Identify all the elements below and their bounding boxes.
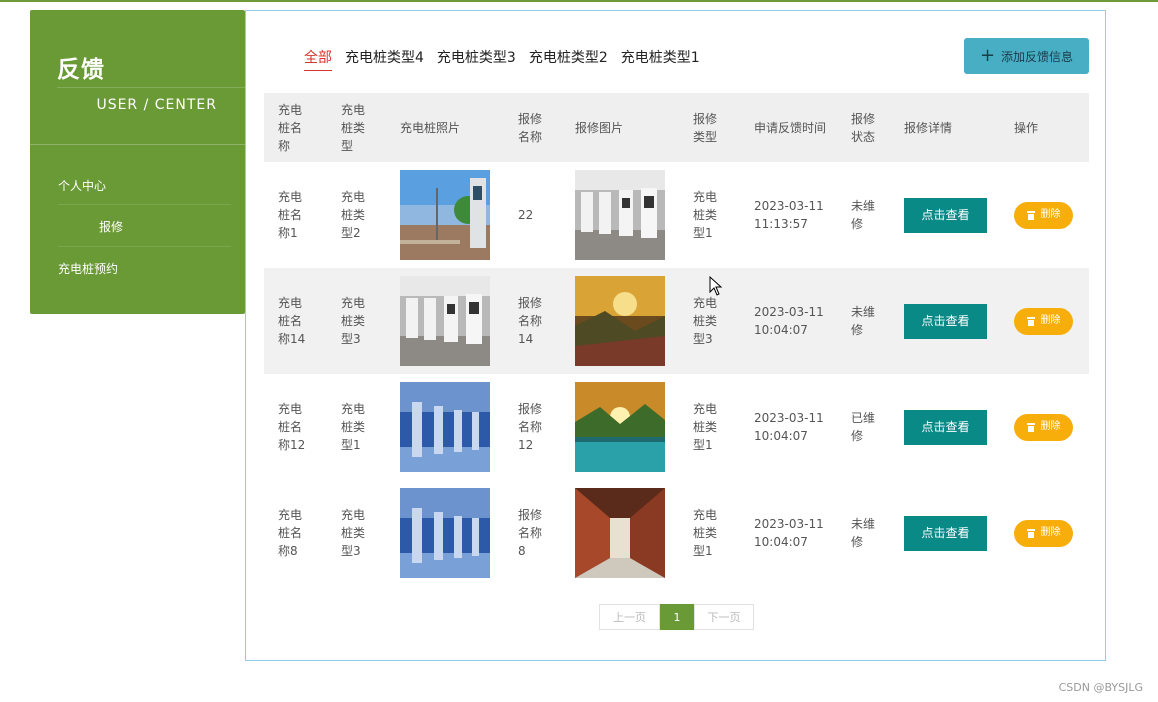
charging-station-row-image xyxy=(400,276,490,366)
add-feedback-label: 添加反馈信息 xyxy=(1001,49,1074,64)
repair-status: 未维修 xyxy=(851,305,876,337)
sidebar-item-repair[interactable]: 报修 xyxy=(99,218,123,235)
feedback-table: 充电桩名称 充电桩类型 充电桩照片 报修名称 报修图片 报修类型 申请反馈时间 … xyxy=(264,93,1089,586)
repair-type: 充电桩类型1 xyxy=(693,508,718,558)
repair-type: 充电桩类型1 xyxy=(693,190,718,240)
station-type: 充电桩类型1 xyxy=(341,402,366,452)
delete-button[interactable]: 删除 xyxy=(1014,519,1073,547)
plus-icon: + xyxy=(979,45,996,66)
station-type: 充电桩类型3 xyxy=(341,508,366,558)
table-row: 充电桩名称8 充电桩类型3 报修名称8 充电桩类型1 2023-03-11 10… xyxy=(264,480,1089,586)
add-feedback-button[interactable]: + 添加反馈信息 xyxy=(964,38,1089,74)
current-page[interactable]: 1 xyxy=(660,604,694,630)
station-name: 充电桩名称1 xyxy=(278,190,303,240)
feedback-time: 2023-03-11 10:04:07 xyxy=(754,305,824,337)
repair-status: 未维修 xyxy=(851,199,876,231)
delete-label: 删除 xyxy=(1040,209,1061,220)
trash-icon xyxy=(1026,528,1035,538)
sidebar-separator xyxy=(58,204,231,205)
blue-chargers-image xyxy=(400,382,490,472)
station-name: 充电桩名称8 xyxy=(278,508,303,558)
station-name: 充电桩名称12 xyxy=(278,402,306,452)
header-cell: 报修状态 xyxy=(851,111,876,144)
trash-icon xyxy=(1026,210,1035,220)
prev-page-button[interactable]: 上一页 xyxy=(599,604,660,630)
delete-label: 删除 xyxy=(1040,315,1061,326)
header-cell: 申请反馈时间 xyxy=(754,120,827,135)
repair-type: 充电桩类型1 xyxy=(693,402,718,452)
next-page-button[interactable]: 下一页 xyxy=(694,604,754,630)
sidebar-divider xyxy=(57,87,245,88)
station-type: 充电桩类型3 xyxy=(341,296,366,346)
sidebar: 反馈 USER / CENTER 个人中心 报修 充电桩预约 xyxy=(30,10,245,314)
tab-type2[interactable]: 充电桩类型2 xyxy=(529,47,608,71)
header-cell: 充电桩类型 xyxy=(341,102,366,153)
view-detail-button[interactable]: 点击查看 xyxy=(904,197,987,233)
mountain-sunset-image xyxy=(575,276,665,366)
trash-icon xyxy=(1026,316,1035,326)
sidebar-separator xyxy=(58,246,231,247)
charging-station-outdoor-image xyxy=(400,170,490,260)
pagination: 上一页 1 下一页 xyxy=(599,604,754,630)
main-panel: 全部 充电桩类型4 充电桩类型3 充电桩类型2 充电桩类型1 + 添加反馈信息 … xyxy=(245,10,1106,661)
view-detail-button[interactable]: 点击查看 xyxy=(904,515,987,551)
station-type: 充电桩类型2 xyxy=(341,190,366,240)
tab-all[interactable]: 全部 xyxy=(304,47,332,71)
delete-button[interactable]: 删除 xyxy=(1014,413,1073,441)
table-row: 充电桩名称12 充电桩类型1 报修名称12 充电桩类型1 2023-03-11 … xyxy=(264,374,1089,480)
charging-station-row-image xyxy=(575,170,665,260)
header-cell: 报修类型 xyxy=(693,111,718,144)
category-tabs: 全部 充电桩类型4 充电桩类型3 充电桩类型2 充电桩类型1 xyxy=(304,47,700,71)
repair-status: 未维修 xyxy=(851,517,876,549)
view-detail-button[interactable]: 点击查看 xyxy=(904,409,987,445)
header-cell: 报修图片 xyxy=(575,120,624,135)
watermark: CSDN @BYSJLG xyxy=(1058,681,1143,694)
repair-name: 报修名称12 xyxy=(518,402,543,452)
feedback-time: 2023-03-11 11:13:57 xyxy=(754,199,824,231)
blue-chargers-image xyxy=(400,488,490,578)
station-name: 充电桩名称14 xyxy=(278,296,306,346)
table-row: 充电桩名称1 充电桩类型2 22 充电桩类型1 2023-03-11 11:13… xyxy=(264,162,1089,268)
view-detail-button[interactable]: 点击查看 xyxy=(904,303,987,339)
feedback-time: 2023-03-11 10:04:07 xyxy=(754,411,824,443)
lake-sunset-image xyxy=(575,382,665,472)
header-cell: 操作 xyxy=(1014,120,1039,135)
corridor-image xyxy=(575,488,665,578)
tab-type4[interactable]: 充电桩类型4 xyxy=(345,47,424,71)
delete-label: 删除 xyxy=(1040,421,1061,432)
header-cell: 报修详情 xyxy=(904,120,953,135)
delete-button[interactable]: 删除 xyxy=(1014,201,1073,229)
header-cell: 充电桩名称 xyxy=(278,102,303,153)
sidebar-title: 反馈 xyxy=(57,57,105,83)
top-accent-line xyxy=(0,0,1158,2)
repair-name: 22 xyxy=(518,208,534,222)
trash-icon xyxy=(1026,422,1035,432)
repair-name: 报修名称8 xyxy=(518,508,543,558)
feedback-time: 2023-03-11 10:04:07 xyxy=(754,517,824,549)
sidebar-subtitle: USER / CENTER xyxy=(96,97,217,113)
sidebar-divider xyxy=(30,144,245,145)
header-cell: 充电桩照片 xyxy=(400,120,461,135)
tab-type3[interactable]: 充电桩类型3 xyxy=(437,47,516,71)
delete-label: 删除 xyxy=(1040,527,1061,538)
repair-status: 已维修 xyxy=(851,411,876,443)
repair-type: 充电桩类型3 xyxy=(693,296,718,346)
table-header: 充电桩名称 充电桩类型 充电桩照片 报修名称 报修图片 报修类型 申请反馈时间 … xyxy=(264,93,1089,162)
header-cell: 报修名称 xyxy=(518,111,543,144)
repair-name: 报修名称14 xyxy=(518,296,543,346)
mouse-cursor-icon xyxy=(709,276,723,296)
table-row: 充电桩名称14 充电桩类型3 报修名称14 充电桩类型3 2023-03-11 … xyxy=(264,268,1089,374)
sidebar-item-personal-center[interactable]: 个人中心 xyxy=(58,177,106,194)
tab-type1[interactable]: 充电桩类型1 xyxy=(621,47,700,71)
sidebar-item-charging-reservation[interactable]: 充电桩预约 xyxy=(58,260,118,277)
delete-button[interactable]: 删除 xyxy=(1014,307,1073,335)
